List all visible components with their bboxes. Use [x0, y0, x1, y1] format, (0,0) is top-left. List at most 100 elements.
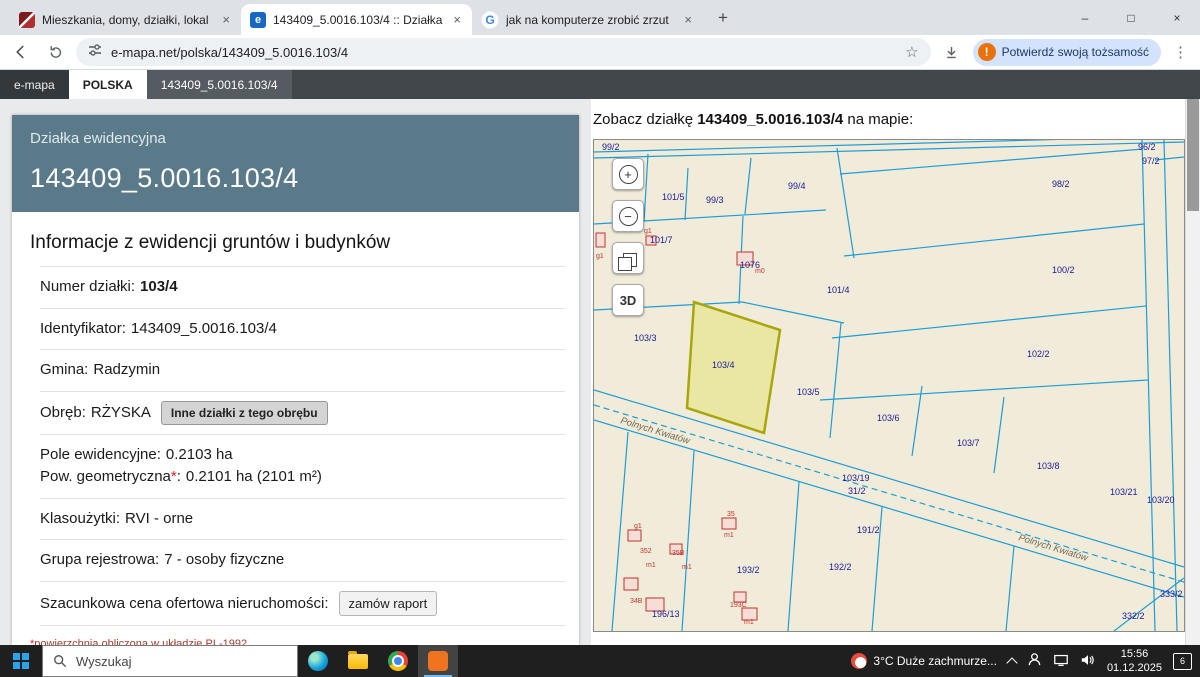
building-label: m1	[682, 564, 692, 571]
3d-button[interactable]: 3D	[612, 284, 644, 316]
tab-title: jak na komputerze zrobić zrzut	[506, 13, 675, 27]
taskbar-chrome-button[interactable]	[378, 645, 418, 677]
zoom-out-button-icon: −	[619, 207, 638, 226]
google-favicon-icon: G	[481, 11, 499, 29]
building-label: 34B	[630, 598, 643, 605]
parcel-label: 103/4	[712, 360, 735, 370]
section-title-grunty: Informacje z ewidencji gruntów i budynkó…	[12, 224, 579, 266]
notification-center-icon[interactable]: 6	[1173, 653, 1192, 670]
parcel-card-body: Informacje z ewidencji gruntów i budynkó…	[12, 212, 579, 645]
parcel-label: 101/5	[662, 192, 685, 202]
field-value: 7 - osoby fizyczne	[164, 551, 284, 568]
cadastral-map[interactable]: g1g1m035m1g135235Bm1m134B193Cm1 Polnych …	[593, 139, 1185, 632]
parcel-label: 96/2	[1138, 142, 1156, 152]
start-button[interactable]	[0, 645, 42, 677]
parcel-label: 101/7	[650, 235, 673, 245]
site-info-icon[interactable]	[88, 43, 102, 62]
emapa-tab-polska[interactable]: POLSKA	[69, 70, 147, 99]
field-value: 143409_5.0016.103/4	[131, 320, 277, 337]
map-heading: Zobacz działkę 143409_5.0016.103/4 na ma…	[593, 111, 1186, 128]
taskbar-browser-button[interactable]	[418, 645, 458, 677]
reload-icon[interactable]	[42, 39, 68, 65]
parcel-label: 101/4	[827, 285, 850, 295]
tab-close-icon[interactable]: ×	[220, 12, 232, 27]
user-icon[interactable]	[1027, 652, 1042, 670]
building-label: 35	[727, 511, 735, 518]
volume-icon[interactable]	[1080, 653, 1096, 670]
weather-text: 3°C Duże zachmurze...	[873, 654, 997, 668]
taskbar-explorer-button[interactable]	[338, 645, 378, 677]
field-label: Pow. geometryczna*:	[40, 468, 181, 485]
scrollbar-thumb[interactable]	[1187, 99, 1199, 211]
browser-tab[interactable]: Mieszkania, domy, działki, lokal×	[10, 4, 241, 35]
tab-close-icon[interactable]: ×	[682, 12, 694, 27]
order-report-button[interactable]: zamów raport	[339, 591, 438, 616]
taskbar-edge-button[interactable]	[298, 645, 338, 677]
close-button[interactable]: ×	[1154, 0, 1200, 35]
building-label: g1	[634, 523, 642, 530]
field-value: Radzymin	[93, 361, 160, 378]
building-label: 352	[640, 548, 652, 555]
info-row: Gmina:Radzymin	[40, 350, 565, 392]
parcel-info-card: Działka ewidencyjna 143409_5.0016.103/4 …	[12, 115, 579, 645]
parcel-label: 102/2	[1027, 349, 1050, 359]
taskbar-search[interactable]: Wyszukaj	[42, 645, 298, 677]
browser-tab[interactable]: Gjak na komputerze zrobić zrzut ×	[472, 4, 703, 35]
parcel-label: 103/6	[877, 413, 900, 423]
bookmark-star-icon[interactable]: ☆	[905, 43, 918, 61]
network-icon[interactable]	[1053, 653, 1069, 670]
tray-chevron-icon[interactable]	[1006, 657, 1017, 668]
field-label: Obręb:	[40, 404, 86, 421]
taskbar-browser-icon	[428, 651, 448, 671]
field-label: Numer działki:	[40, 278, 135, 295]
url-text[interactable]: e-mapa.net/polska/143409_5.0016.103/4	[111, 45, 896, 60]
layers-icon	[623, 253, 637, 267]
back-icon[interactable]	[8, 39, 34, 65]
parcel-label: 99/2	[602, 142, 620, 152]
field-value: 0.2103 ha	[166, 446, 233, 463]
taskbar-explorer-icon	[348, 654, 368, 669]
taskbar-weather[interactable]: 3°C Duże zachmurze...	[851, 653, 997, 669]
zoom-in-button-icon: +	[619, 165, 638, 184]
layers-button[interactable]	[612, 242, 644, 274]
info-row: Klasoużytki:RVI - orne	[40, 499, 565, 541]
parcel-label: 193/2	[737, 565, 760, 575]
building-outline	[596, 233, 605, 247]
building-label: 193C	[730, 602, 747, 609]
parcel-label: 103/21	[1110, 487, 1138, 497]
field-label: Szacunkowa cena ofertowa nieruchomości:	[40, 595, 329, 612]
zoom-in-button[interactable]: +	[612, 158, 644, 190]
identity-confirm-button[interactable]: ! Potwierdź swoją tożsamość	[973, 39, 1161, 66]
emapa-brand[interactable]: e-mapa	[0, 70, 69, 99]
search-placeholder: Wyszukaj	[76, 654, 132, 669]
browser-menu-icon[interactable]: ⋮	[1169, 43, 1192, 61]
address-bar[interactable]: e-mapa.net/polska/143409_5.0016.103/4 ☆	[76, 38, 931, 66]
building-label: g1	[644, 228, 652, 235]
parcel-label: 99/3	[706, 195, 724, 205]
tab-close-icon[interactable]: ×	[451, 12, 463, 27]
info-row: Numer działki:103/4	[40, 266, 565, 309]
zoom-out-button[interactable]: −	[612, 200, 644, 232]
maximize-button[interactable]: □	[1108, 0, 1154, 35]
info-row: Identyfikator:143409_5.0016.103/4	[40, 309, 565, 351]
parcel-label: 103/7	[957, 438, 980, 448]
page-scrollbar[interactable]	[1185, 99, 1200, 645]
other-parcels-button[interactable]: Inne działki z tego obrębu	[161, 401, 328, 425]
building-label: 35B	[672, 550, 685, 557]
minimize-button[interactable]: –	[1062, 0, 1108, 35]
parcel-label: 99/4	[788, 181, 806, 191]
building-outline	[734, 592, 746, 602]
browser-tab[interactable]: e143409_5.0016.103/4 :: Działka×	[241, 4, 472, 35]
windows-logo-icon	[13, 653, 29, 669]
identity-confirm-label: Potwierdź swoją tożsamość	[1002, 45, 1149, 59]
taskbar-clock[interactable]: 15:56 01.12.2025	[1107, 647, 1162, 676]
footnote: *powierzchnia obliczona w układzie PL-19…	[30, 638, 579, 646]
parcel-label: 103/20	[1147, 495, 1175, 505]
new-tab-button[interactable]: +	[709, 4, 737, 32]
clock-date: 01.12.2025	[1107, 661, 1162, 675]
emapa-tab-parcel[interactable]: 143409_5.0016.103/4	[147, 70, 292, 99]
parcel-label: 98/2	[1052, 179, 1070, 189]
download-icon[interactable]	[939, 39, 965, 65]
page-content: Działka ewidencyjna 143409_5.0016.103/4 …	[0, 99, 1186, 645]
browser-window: Mieszkania, domy, działki, lokal×e143409…	[0, 0, 1200, 677]
